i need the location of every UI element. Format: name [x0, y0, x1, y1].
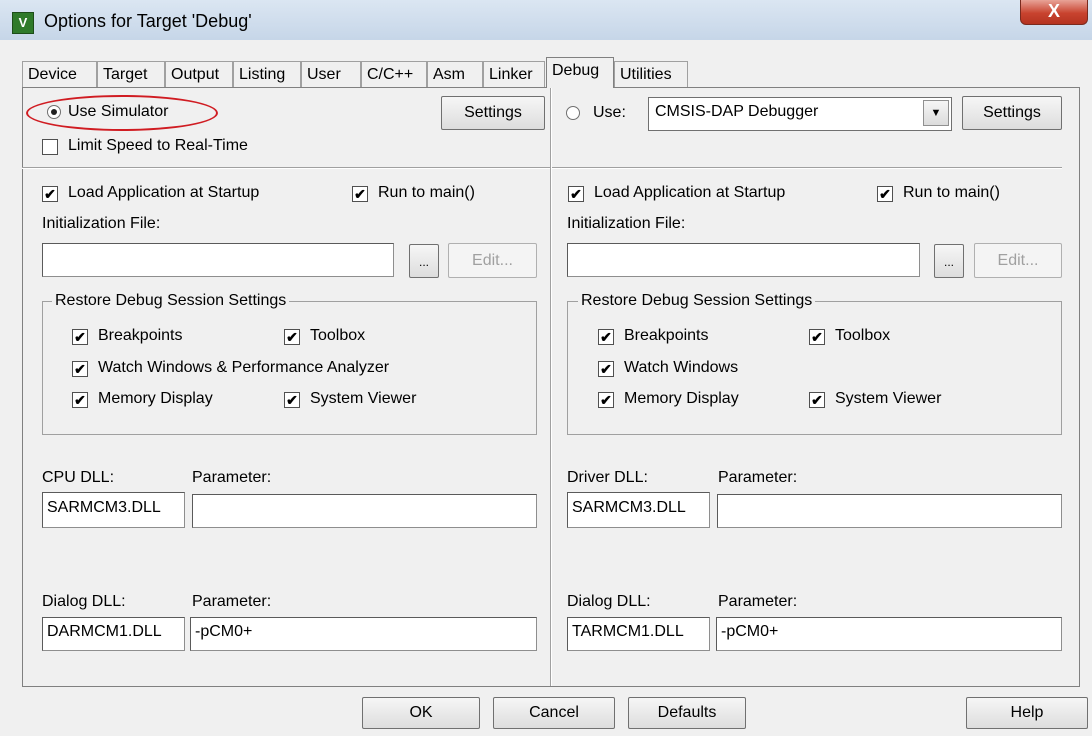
right-watch-label[interactable]: Watch Windows: [624, 359, 738, 377]
right-dialog-dll-input[interactable]: TARMCM1.DLL: [567, 617, 710, 651]
right-breakpoints-checkbox[interactable]: ✔: [598, 329, 614, 345]
left-init-file-label: Initialization File:: [42, 215, 161, 232]
left-system-viewer-checkbox[interactable]: ✔: [284, 392, 300, 408]
defaults-button[interactable]: Defaults: [628, 697, 746, 729]
use-debugger-radio[interactable]: [566, 106, 580, 120]
debugger-select-value: CMSIS-DAP Debugger: [655, 103, 819, 120]
right-memory-label[interactable]: Memory Display: [624, 390, 739, 408]
title-bar: V Options for Target 'Debug' X: [0, 0, 1092, 41]
close-button[interactable]: X: [1020, 0, 1088, 25]
debugger-settings-button[interactable]: Settings: [962, 96, 1062, 130]
window-title: Options for Target 'Debug': [44, 11, 252, 31]
left-run-to-main-label[interactable]: Run to main(): [378, 184, 475, 202]
tab-c-cpp[interactable]: C/C++: [361, 61, 427, 87]
left-browse-button[interactable]: ...: [409, 244, 439, 278]
left-edit-button[interactable]: Edit...: [448, 243, 537, 278]
limit-speed-checkbox[interactable]: [42, 139, 58, 155]
tab-debug[interactable]: Debug: [546, 57, 614, 88]
left-watch-checkbox[interactable]: ✔: [72, 361, 88, 377]
tab-linker[interactable]: Linker: [483, 61, 545, 87]
cancel-button[interactable]: Cancel: [493, 697, 615, 729]
left-separator-highlight: [22, 168, 550, 169]
left-breakpoints-label[interactable]: Breakpoints: [98, 327, 183, 345]
right-toolbox-label[interactable]: Toolbox: [835, 327, 890, 345]
tab-output[interactable]: Output: [165, 61, 233, 87]
cpu-param-input[interactable]: [192, 494, 537, 528]
tab-user[interactable]: User: [301, 61, 361, 87]
ok-button[interactable]: OK: [362, 697, 480, 729]
use-simulator-highlight-ellipse: [26, 95, 218, 131]
left-dialog-param-input[interactable]: -pCM0+: [190, 617, 537, 651]
chevron-down-icon[interactable]: ▼: [923, 100, 949, 126]
left-run-to-main-checkbox[interactable]: ✔: [352, 186, 368, 202]
right-watch-checkbox[interactable]: ✔: [598, 361, 614, 377]
left-dialog-param-label: Parameter:: [192, 593, 272, 610]
tab-utilities[interactable]: Utilities: [614, 61, 688, 87]
right-memory-checkbox[interactable]: ✔: [598, 392, 614, 408]
left-restore-title: Restore Debug Session Settings: [52, 292, 290, 310]
right-dialog-param-label: Parameter:: [718, 593, 798, 610]
right-edit-button[interactable]: Edit...: [974, 243, 1062, 278]
left-load-app-checkbox[interactable]: ✔: [42, 186, 58, 202]
driver-param-input[interactable]: [717, 494, 1062, 528]
right-dialog-dll-label: Dialog DLL:: [567, 593, 651, 610]
left-toolbox-checkbox[interactable]: ✔: [284, 329, 300, 345]
use-debugger-label[interactable]: Use:: [593, 104, 626, 122]
cpu-param-label: Parameter:: [192, 469, 272, 486]
driver-param-label: Parameter:: [718, 469, 798, 486]
right-load-app-checkbox[interactable]: ✔: [568, 186, 584, 202]
debugger-select[interactable]: CMSIS-DAP Debugger ▼: [648, 97, 952, 131]
left-memory-label[interactable]: Memory Display: [98, 390, 213, 408]
right-restore-title: Restore Debug Session Settings: [578, 292, 816, 310]
left-dialog-dll-label: Dialog DLL:: [42, 593, 126, 610]
right-system-viewer-label[interactable]: System Viewer: [835, 390, 941, 408]
right-run-to-main-checkbox[interactable]: ✔: [877, 186, 893, 202]
left-watch-label[interactable]: Watch Windows & Performance Analyzer: [98, 359, 389, 377]
limit-speed-label[interactable]: Limit Speed to Real-Time: [68, 137, 248, 155]
left-load-app-label[interactable]: Load Application at Startup: [68, 184, 259, 202]
right-toolbox-checkbox[interactable]: ✔: [809, 329, 825, 345]
right-breakpoints-label[interactable]: Breakpoints: [624, 327, 709, 345]
right-load-app-label[interactable]: Load Application at Startup: [594, 184, 785, 202]
driver-dll-label: Driver DLL:: [567, 469, 648, 486]
left-init-file-input[interactable]: [42, 243, 394, 277]
tab-asm[interactable]: Asm: [427, 61, 483, 87]
left-system-viewer-label[interactable]: System Viewer: [310, 390, 416, 408]
left-breakpoints-checkbox[interactable]: ✔: [72, 329, 88, 345]
driver-dll-input[interactable]: SARMCM3.DLL: [567, 492, 710, 528]
column-divider-highlight: [551, 88, 552, 686]
tab-target[interactable]: Target: [97, 61, 165, 87]
right-browse-button[interactable]: ...: [934, 244, 964, 278]
tab-listing[interactable]: Listing: [233, 61, 301, 87]
cpu-dll-label: CPU DLL:: [42, 469, 115, 486]
left-dialog-dll-input[interactable]: DARMCM1.DLL: [42, 617, 185, 651]
tab-device[interactable]: Device: [22, 61, 97, 87]
right-run-to-main-label[interactable]: Run to main(): [903, 184, 1000, 202]
cpu-dll-input[interactable]: SARMCM3.DLL: [42, 492, 185, 528]
right-separator-highlight: [552, 168, 1062, 169]
right-system-viewer-checkbox[interactable]: ✔: [809, 392, 825, 408]
keil-app-icon: V: [12, 12, 34, 34]
simulator-settings-button[interactable]: Settings: [441, 96, 545, 130]
left-toolbox-label[interactable]: Toolbox: [310, 327, 365, 345]
right-dialog-param-input[interactable]: -pCM0+: [716, 617, 1062, 651]
right-init-file-input[interactable]: [567, 243, 920, 277]
right-init-file-label: Initialization File:: [567, 215, 686, 232]
left-memory-checkbox[interactable]: ✔: [72, 392, 88, 408]
help-button[interactable]: Help: [966, 697, 1088, 729]
